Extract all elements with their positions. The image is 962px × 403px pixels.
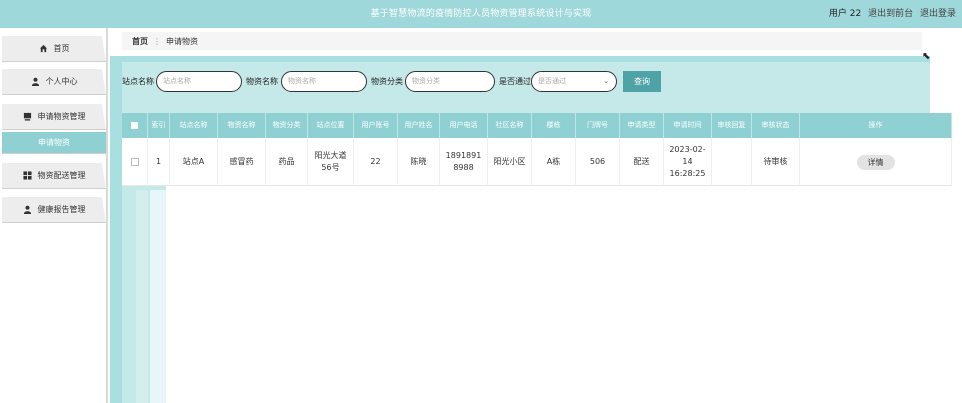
- detail-button[interactable]: 详情: [856, 154, 895, 170]
- breadcrumb-separator: ⋮: [153, 36, 161, 46]
- sidebar-item-health-report-mgmt[interactable]: 健康报告管理: [2, 197, 106, 223]
- decor-stripe: [136, 190, 148, 403]
- passed-select[interactable]: 是否通过 ⌄: [531, 71, 617, 92]
- col-header: 用户姓名: [398, 113, 440, 138]
- cell-status: 待审核: [752, 138, 800, 186]
- sidebar-item-label: 物资配送管理: [37, 171, 86, 180]
- logout-link[interactable]: 退出登录: [920, 9, 956, 19]
- col-header: 申请时间: [664, 113, 712, 138]
- col-header: 物资分类: [266, 113, 308, 138]
- sidebar-item-apply-supplies[interactable]: 申请物资: [2, 132, 106, 154]
- passed-label: 是否通过: [499, 77, 531, 86]
- row-checkbox[interactable]: [130, 158, 139, 166]
- item-name-input[interactable]: 物资名称: [281, 71, 367, 92]
- breadcrumb-current: 申请物资: [166, 36, 198, 46]
- cell-time: 2023-02-14 16:28:25: [664, 138, 712, 186]
- cell-reply: [712, 138, 752, 186]
- sidebar-item-label: 首页: [53, 44, 70, 53]
- app-title: 基于智慧物流的疫情防控人员物资管理系统设计与实现: [370, 9, 592, 19]
- sidebar-item-profile[interactable]: 个人中心: [2, 69, 106, 95]
- sidebar: 首页 个人中心 申请物资管理 申请物资 物资配送管理 健康报告管理: [0, 28, 108, 403]
- table-header: 索引 站点名称 物资名称 物资分类 站点位置 用户账号 用户姓名 用户电话 社区…: [122, 113, 952, 138]
- col-header: 审核状态: [752, 113, 800, 138]
- sidebar-item-delivery-mgmt[interactable]: 物资配送管理: [2, 163, 106, 189]
- item-category-input[interactable]: 物资分类: [405, 71, 495, 92]
- cell-community: 阳光小区: [488, 138, 532, 186]
- cell-phone: 18918918988: [440, 138, 488, 186]
- person-icon: [31, 77, 40, 86]
- grid-icon: [22, 171, 32, 180]
- sidebar-item-home[interactable]: 首页: [2, 36, 106, 62]
- breadcrumb-home[interactable]: 首页: [132, 36, 148, 47]
- cell-account: 22: [354, 138, 398, 186]
- col-header: 用户账号: [354, 113, 398, 138]
- select-all-header[interactable]: [122, 113, 148, 138]
- back-to-frontend-link[interactable]: 退出到前台: [868, 9, 913, 19]
- sidebar-item-label: 健康报告管理: [37, 205, 86, 214]
- col-header: 审核回复: [712, 113, 752, 138]
- site-name-label: 站点名称: [122, 77, 154, 86]
- breadcrumb: 首页 ⋮ 申请物资: [122, 32, 922, 50]
- col-header: 用户电话: [440, 113, 488, 138]
- site-name-input[interactable]: 站点名称: [156, 71, 242, 92]
- mouse-cursor-icon: ⬉: [922, 51, 931, 62]
- sidebar-item-label: 申请物资管理: [37, 112, 86, 121]
- sidebar-item-label: 申请物资: [38, 138, 70, 147]
- cell-name: 陈晓: [398, 138, 440, 186]
- content-area: [166, 186, 930, 403]
- cell-actions: 详情: [800, 138, 952, 186]
- query-button[interactable]: 查询: [623, 71, 661, 92]
- select-all-checkbox[interactable]: [131, 121, 138, 129]
- table-row: 1 站点A 感冒药 药品 阳光大道56号 22 陈晓 18918918988 阳…: [122, 138, 952, 186]
- decor-stripe: [150, 190, 166, 403]
- col-header: 索引: [148, 113, 170, 138]
- col-header: 楼栋: [532, 113, 576, 138]
- cell-location: 阳光大道56号: [308, 138, 354, 186]
- col-header: 操作: [800, 113, 952, 138]
- col-header: 申请类型: [620, 113, 664, 138]
- row-select-cell[interactable]: [122, 138, 148, 186]
- chevron-down-icon: ⌄: [603, 77, 609, 85]
- cell-type: 配送: [620, 138, 664, 186]
- person-icon: [23, 205, 32, 214]
- col-header: 站点名称: [170, 113, 218, 138]
- sidebar-item-label: 个人中心: [45, 77, 78, 86]
- home-icon: [39, 44, 48, 53]
- current-user: 用户 22: [828, 9, 862, 19]
- col-header: 物资名称: [218, 113, 266, 138]
- top-bar: 基于智慧物流的疫情防控人员物资管理系统设计与实现 用户 22 退出到前台 退出登…: [0, 0, 962, 28]
- box-icon: [23, 112, 32, 121]
- col-header: 门牌号: [576, 113, 620, 138]
- cell-site: 站点A: [170, 138, 218, 186]
- sidebar-item-supply-application-mgmt[interactable]: 申请物资管理: [2, 104, 106, 130]
- item-category-label: 物资分类: [371, 77, 403, 86]
- cell-door: 506: [576, 138, 620, 186]
- top-bar-actions: 用户 22 退出到前台 退出登录: [825, 6, 956, 19]
- cell-item: 感冒药: [218, 138, 266, 186]
- item-name-label: 物资名称: [246, 77, 278, 86]
- scroll-area: [923, 32, 930, 50]
- cell-index: 1: [148, 138, 170, 186]
- passed-select-value: 是否通过: [538, 77, 566, 85]
- cell-category: 药品: [266, 138, 308, 186]
- col-header: 社区名称: [488, 113, 532, 138]
- col-header: 站点位置: [308, 113, 354, 138]
- cell-building: A栋: [532, 138, 576, 186]
